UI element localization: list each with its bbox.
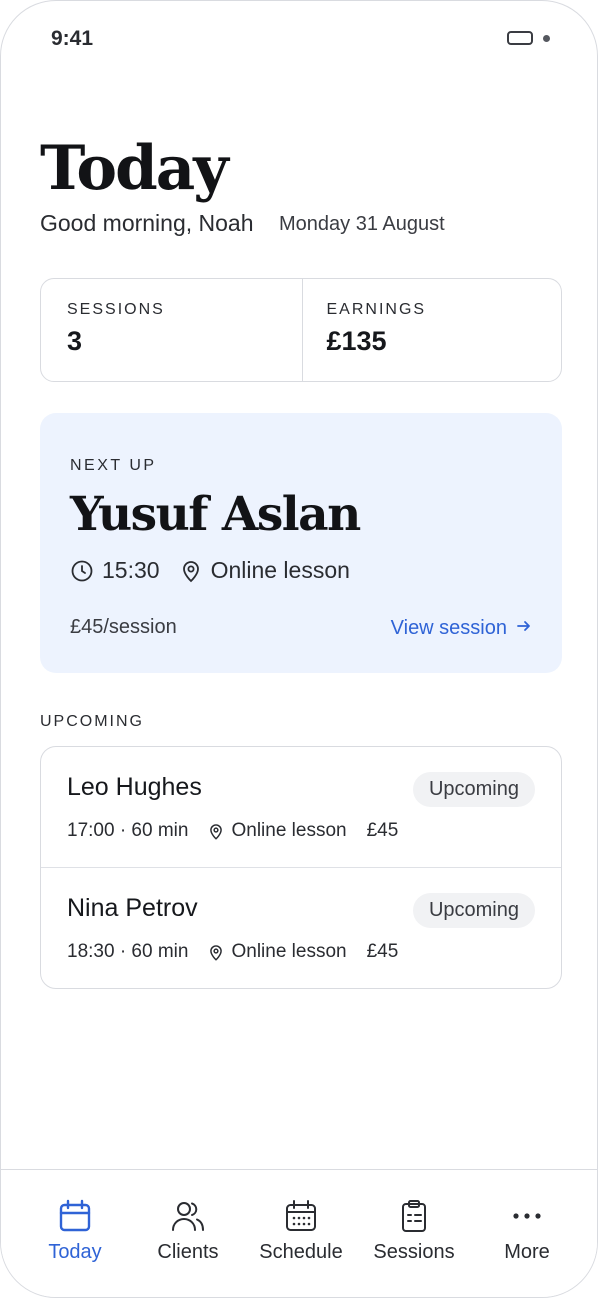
next-up-time: 15:30 [102,557,160,583]
list-item[interactable]: Leo Hughes Upcoming 17:00 · 60 min Onlin… [41,747,561,867]
calendar-icon [59,1199,91,1232]
next-up-client-name: Yusuf Aslan [70,487,361,542]
battery-icon [507,31,533,45]
page-title: Today [40,133,229,204]
stat-value: 3 [67,326,83,356]
tab-clients[interactable]: Clients [132,1170,244,1280]
tab-more[interactable]: More [471,1170,583,1280]
session-price: £45 [366,820,399,841]
session-location: Online lesson [231,941,347,962]
session-price: £45 [366,941,399,962]
phone-frame: 9:41 Today Good morning, Noah Monday 31 … [0,0,598,1298]
calendar-grid-icon [286,1200,316,1231]
stat-sessions: SESSIONS 3 [41,279,302,381]
next-up-card[interactable]: NEXT UP Yusuf Aslan 15:30 Online lesson … [40,413,562,673]
session-location: Online lesson [231,820,347,841]
location-pin-icon [180,559,202,583]
client-name: Nina Petrov [67,894,198,922]
upcoming-section-label: UPCOMING [40,713,144,730]
stat-earnings: EARNINGS £135 [301,279,562,381]
session-time: 18:30 · 60 min [67,941,189,962]
view-session-link[interactable]: View session [391,617,532,640]
session-meta: 18:30 · 60 min Online lesson £45 [67,941,398,963]
list-item[interactable]: Nina Petrov Upcoming 18:30 · 60 min Onli… [41,867,561,988]
date-label: Monday 31 August [279,213,445,235]
status-dot-icon [543,35,550,42]
stats-card: SESSIONS 3 EARNINGS £135 [40,278,562,382]
tab-label: More [504,1241,550,1263]
greeting: Good morning, Noah [40,210,254,236]
location-pin-icon [208,943,224,962]
next-up-eyebrow: NEXT UP [70,457,157,474]
upcoming-list: Leo Hughes Upcoming 17:00 · 60 min Onlin… [40,746,562,989]
stat-label: SESSIONS [67,301,165,318]
clipboard-icon [402,1200,426,1232]
view-session-label: View session [390,617,507,639]
location-pin-icon [208,822,224,841]
status-badge: Upcoming [412,772,535,807]
users-icon [172,1202,204,1231]
stat-label: EARNINGS [326,301,427,318]
next-up-meta: 15:30 Online lesson [70,557,350,584]
next-up-location: Online lesson [210,557,350,583]
status-time: 9:41 [51,27,94,50]
tab-label: Clients [157,1241,219,1263]
tab-sessions[interactable]: Sessions [358,1170,470,1280]
bottom-tab-bar: Today Clients Schedule Sessions More [1,1169,597,1297]
status-badge: Upcoming [412,893,535,928]
status-bar: 9:41 [1,1,597,79]
clock-icon [70,559,94,583]
client-name: Leo Hughes [67,773,202,801]
tab-label: Schedule [259,1241,343,1263]
session-meta: 17:00 · 60 min Online lesson £45 [67,820,398,842]
tab-today[interactable]: Today [19,1170,131,1280]
tab-label: Sessions [373,1241,455,1263]
session-time: 17:00 · 60 min [67,820,189,841]
stat-value: £135 [326,326,387,356]
tab-label: Today [48,1241,102,1263]
arrow-right-icon [516,617,532,640]
tab-schedule[interactable]: Schedule [245,1170,357,1280]
more-dots-icon [513,1213,541,1219]
next-up-price: £45/session [70,616,177,638]
